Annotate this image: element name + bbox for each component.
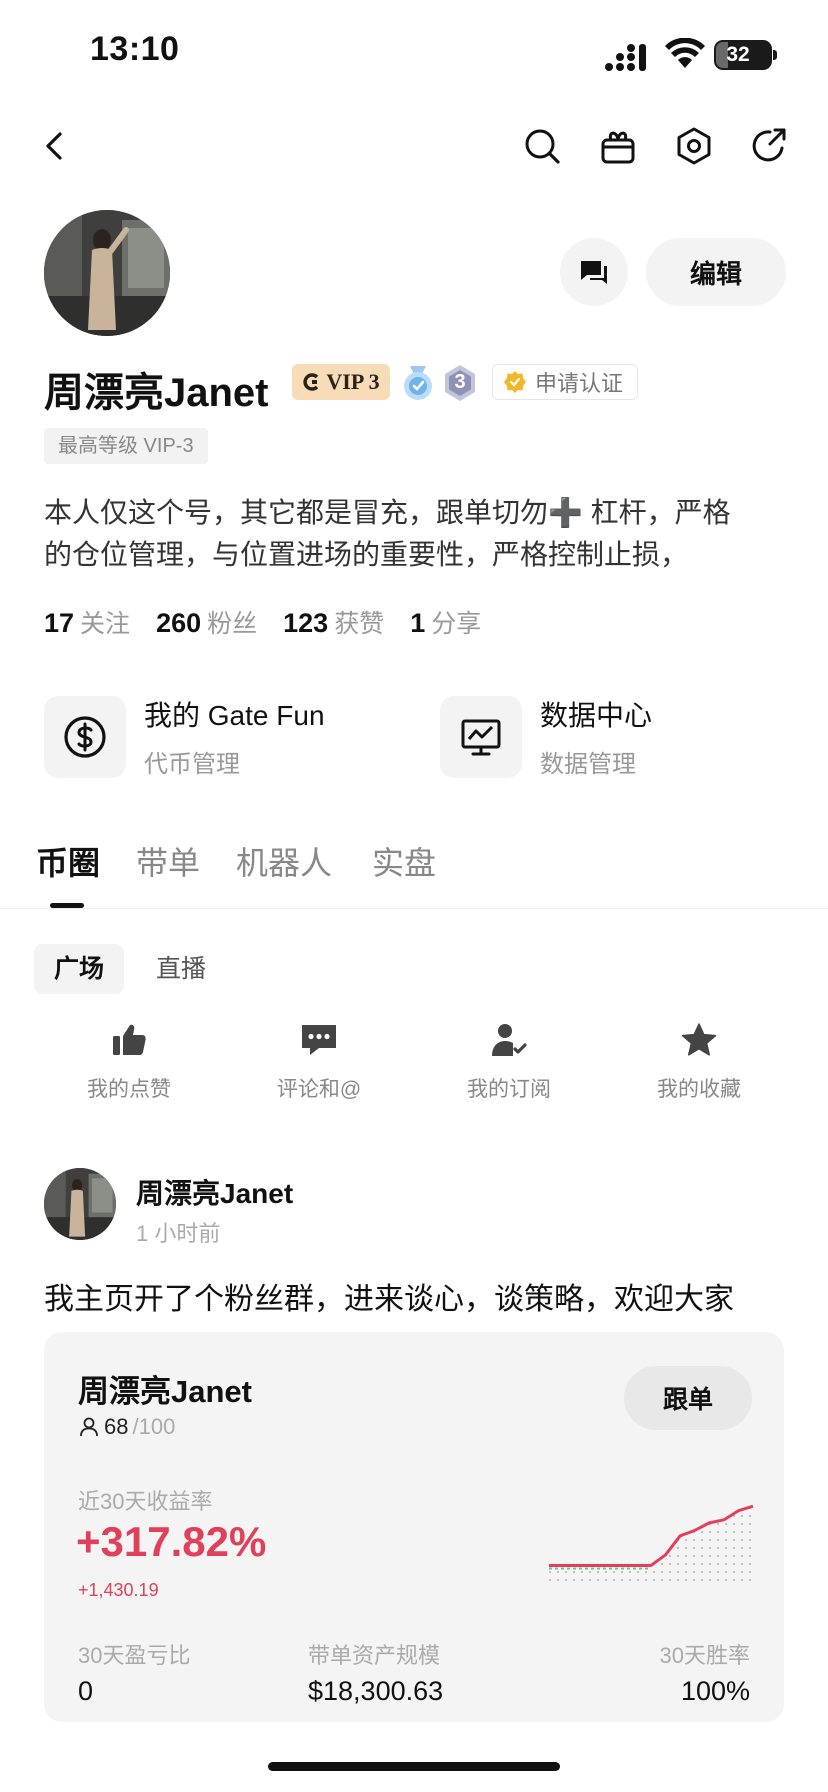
- avatar-photo: [44, 1168, 116, 1240]
- stat-fans[interactable]: 260 粉丝: [156, 604, 257, 640]
- apply-cert-label: 申请认证: [535, 371, 624, 396]
- return-absolute: +1,430.19: [78, 1580, 159, 1600]
- cellular-signal-icon: [605, 44, 646, 71]
- status-time: 13:10: [90, 30, 180, 68]
- shortcut-label: 我的订阅: [467, 1078, 551, 1101]
- feature-subtitle: 数据管理: [540, 751, 636, 778]
- back-icon[interactable]: [34, 124, 78, 168]
- post-timestamp: 1 小时前: [136, 1221, 221, 1246]
- verified-badge-icon: [504, 371, 526, 393]
- apply-cert-button[interactable]: 申请认证: [492, 364, 638, 400]
- stat-value: 260: [156, 608, 202, 638]
- tab-divider: [0, 908, 828, 909]
- bio-line: 的仓位管理，与位置进场的重要性，严格控制止损，: [44, 539, 689, 570]
- follower-current: 68: [104, 1414, 129, 1439]
- stat-value: 123: [283, 608, 329, 638]
- comment-icon: [302, 1025, 336, 1055]
- return-percentage: +317.82%: [76, 1518, 267, 1565]
- metric-label: 30天盈亏比: [78, 1643, 191, 1668]
- post-author-name[interactable]: 周漂亮Janet: [136, 1172, 293, 1212]
- settings-hexagon-icon[interactable]: [672, 124, 716, 168]
- follow-trade-button[interactable]: 跟单: [624, 1366, 752, 1430]
- metric-label: 带单资产规模: [308, 1643, 441, 1668]
- profile-stats: 17 关注 260 粉丝 123 获赞 1 分享: [44, 604, 481, 640]
- follower-max: /100: [132, 1414, 176, 1439]
- chart-monitor-icon: [440, 695, 522, 778]
- return-sparkline: [549, 1504, 754, 1582]
- feature-title: 我的 Gate Fun: [144, 700, 325, 731]
- post-author-avatar[interactable]: [44, 1168, 116, 1240]
- avatar[interactable]: [44, 210, 170, 336]
- metric-label: 30天胜率: [659, 1643, 750, 1668]
- subtab-live[interactable]: 直播: [136, 944, 226, 994]
- stat-label: 粉丝: [207, 610, 258, 638]
- stat-value: 17: [44, 608, 75, 638]
- stat-label: 关注: [80, 610, 131, 638]
- shortcut-label: 我的收藏: [657, 1078, 741, 1101]
- shortcut-label: 我的点赞: [87, 1078, 171, 1101]
- profile-name: 周漂亮Janet: [44, 371, 269, 415]
- vip-logo-icon: [303, 373, 319, 391]
- feature-data-center[interactable]: 数据中心 数据管理: [440, 694, 652, 779]
- feature-subtitle: 代币管理: [144, 751, 240, 778]
- shortcut-my-likes[interactable]: 我的点赞: [64, 1022, 194, 1103]
- card-follower-count: 68/100: [78, 1414, 175, 1440]
- chat-icon: [581, 261, 607, 284]
- shortcut-comments[interactable]: 评论和@: [254, 1022, 384, 1103]
- vip-badge[interactable]: VIP 3: [292, 364, 390, 400]
- stat-label: 分享: [431, 610, 482, 638]
- metric-value-profit-loss-ratio: 0: [78, 1676, 94, 1706]
- level-badge-number: 3: [454, 371, 466, 393]
- profile-bio: 本人仅这个号，其它都是冒充，跟单切勿➕ 杠杆，严格 的仓位管理，与位置进场的重要…: [44, 492, 784, 576]
- tab-live-account[interactable]: 实盘: [372, 838, 436, 884]
- metric-value-aum: $18,300.63: [308, 1676, 444, 1706]
- share-icon[interactable]: [748, 124, 792, 168]
- wifi-icon: [665, 38, 705, 68]
- top-level-tag: 最高等级 VIP-3: [44, 428, 208, 464]
- star-icon: [681, 1023, 717, 1056]
- feature-title: 数据中心: [540, 700, 653, 731]
- home-indicator[interactable]: [268, 1762, 560, 1771]
- tab-coin-circle[interactable]: 币圈: [36, 838, 100, 884]
- stat-shares[interactable]: 1 分享: [410, 604, 481, 640]
- level-badge[interactable]: 3: [442, 364, 478, 402]
- search-icon[interactable]: [520, 124, 564, 168]
- stat-following[interactable]: 17 关注: [44, 604, 130, 640]
- return-label: 近30天收益率: [78, 1489, 213, 1514]
- vip-badge-label: VIP 3: [326, 369, 380, 394]
- shortcut-label: 评论和@: [276, 1078, 362, 1101]
- edit-profile-button[interactable]: 编辑: [646, 238, 786, 306]
- battery-cap: [773, 50, 777, 60]
- card-trader-name: 周漂亮Janet: [78, 1374, 252, 1409]
- subtab-square[interactable]: 广场: [34, 944, 125, 994]
- avatar-photo: [44, 210, 170, 336]
- battery-icon: 32: [714, 40, 772, 70]
- stat-label: 获赞: [334, 610, 385, 638]
- sparkline-area: [549, 1506, 753, 1582]
- feature-gate-fun[interactable]: 我的 Gate Fun 代币管理: [44, 694, 325, 779]
- dollar-coin-icon: [44, 695, 126, 778]
- tab-copy-trading[interactable]: 带单: [136, 838, 200, 884]
- bio-line: 本人仅这个号，其它都是冒充，跟单切勿➕ 杠杆，严格: [44, 497, 731, 528]
- gift-icon[interactable]: [596, 124, 640, 168]
- shortcut-favorites[interactable]: 我的收藏: [634, 1022, 764, 1103]
- subscribe-user-icon: [492, 1024, 527, 1056]
- stat-value: 1: [410, 608, 426, 638]
- thumbs-up-icon: [113, 1024, 146, 1055]
- metric-value-win-rate: 100%: [680, 1676, 750, 1706]
- user-icon: [80, 1417, 98, 1437]
- tab-bot[interactable]: 机器人: [236, 838, 332, 884]
- post-text: 我主页开了个粉丝群，进来谈心，谈策略，欢迎大家: [44, 1283, 734, 1316]
- battery-level: 32: [726, 43, 750, 66]
- medal-icon[interactable]: [400, 364, 436, 402]
- stat-likes[interactable]: 123 获赞: [283, 604, 384, 640]
- message-button[interactable]: [560, 238, 628, 306]
- shortcut-subscriptions[interactable]: 我的订阅: [444, 1022, 574, 1103]
